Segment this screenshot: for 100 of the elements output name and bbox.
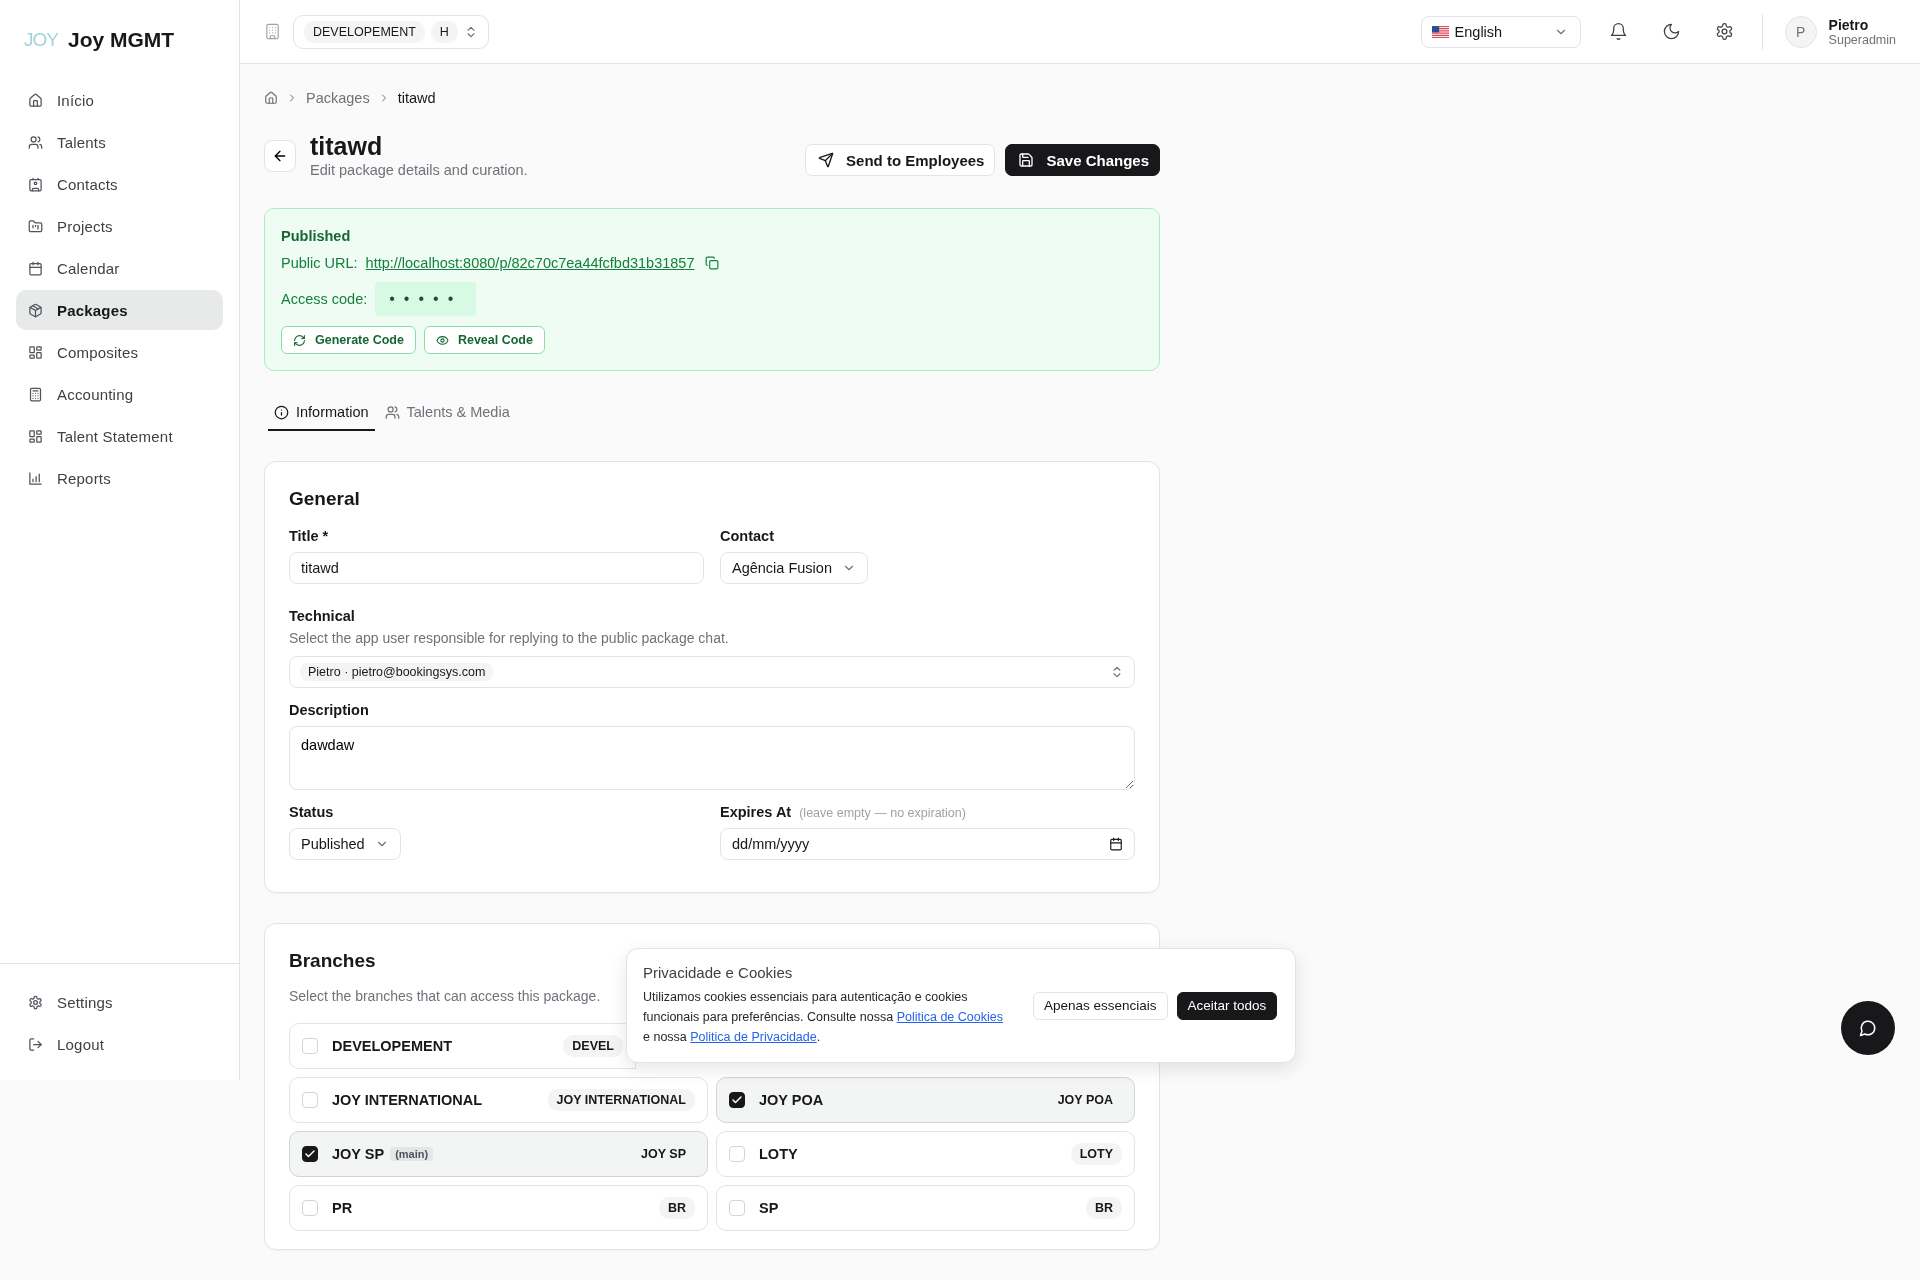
calculator-icon: [28, 386, 43, 402]
cookie-title: Privacidade e Cookies: [643, 964, 794, 981]
nav-item[interactable]: Accounting: [16, 374, 223, 414]
home-icon: [264, 91, 278, 105]
branch-tag: JOY POA: [1048, 1089, 1122, 1111]
field-label: Technical: [289, 608, 356, 624]
branch-tag: JOY SP: [632, 1143, 695, 1165]
branch-option[interactable]: DEVELOPEMENT DEVEL: [289, 1023, 636, 1069]
send-icon: [818, 152, 835, 168]
grid-icon: [28, 344, 43, 360]
branch-name: JOY SP: [332, 1146, 385, 1162]
moon-icon: [1661, 22, 1681, 41]
branch-tag: LOTY: [1070, 1143, 1122, 1165]
save-icon: [1018, 152, 1035, 168]
arrow-left-icon: [272, 148, 288, 164]
calendar-icon: [1109, 837, 1123, 851]
branch-chip: DEVELOPEMENT: [304, 20, 425, 43]
logo-mark: JOY: [24, 29, 58, 51]
nav-item[interactable]: Calendar: [16, 248, 223, 288]
privacy-policy-link[interactable]: Politica de Privacidade: [690, 1030, 817, 1044]
nav-item[interactable]: Projects: [16, 206, 223, 246]
branch-name: DEVELOPEMENT: [332, 1038, 453, 1054]
flag-icon: [1431, 25, 1449, 38]
accept-all-button[interactable]: Aceitar todos: [1176, 991, 1278, 1020]
field-label: Description: [289, 702, 370, 718]
contact-select[interactable]: Agência Fusion: [720, 552, 868, 584]
main-tag: (main): [390, 1147, 434, 1161]
save-button[interactable]: Save Changes: [1005, 144, 1160, 176]
branch-option[interactable]: PR BR: [289, 1185, 708, 1231]
info-icon: [274, 404, 289, 420]
bell-icon: [1608, 22, 1628, 41]
branch-tag: BR: [658, 1197, 695, 1219]
breadcrumb-link[interactable]: Packages: [306, 90, 370, 106]
field-label: Title *: [289, 528, 330, 544]
nav-item[interactable]: Composites: [16, 332, 223, 372]
reveal-code-button[interactable]: Reveal Code: [423, 326, 545, 354]
nav-item[interactable]: Settings: [16, 982, 223, 1022]
branch-tag: DEVEL: [563, 1035, 623, 1057]
technical-select[interactable]: Pietro · pietro@bookingsys.com: [289, 656, 1135, 688]
nav-item[interactable]: Talents: [16, 122, 223, 162]
calendar-icon: [28, 260, 43, 276]
settings-icon: [28, 994, 43, 1010]
field-label: Status: [289, 804, 335, 820]
copy-icon: [704, 256, 719, 270]
app-name: Joy MGMT: [67, 28, 175, 52]
generate-code-button[interactable]: Generate Code: [281, 326, 416, 354]
public-url-link[interactable]: http://localhost:8080/p/82c70c7ea44fcfbd31b31857: [365, 255, 695, 271]
branch-name: LOTY: [759, 1146, 798, 1162]
branch-name: PR: [332, 1200, 353, 1216]
send-button[interactable]: Send to Employees: [805, 144, 996, 176]
chat-button[interactable]: [1841, 1001, 1895, 1055]
section-heading: General: [289, 488, 361, 510]
branch-name: JOY POA: [759, 1092, 824, 1108]
nav-item[interactable]: Início: [16, 80, 223, 120]
branch-option[interactable]: SP BR: [716, 1185, 1135, 1231]
breadcrumb-current: titawd: [397, 90, 436, 106]
checkbox[interactable]: [729, 1092, 745, 1108]
user-chip: Pietro · pietro@bookingsys.com: [300, 663, 494, 681]
tab[interactable]: Talents & Media: [378, 396, 516, 431]
nav-item[interactable]: Reports: [16, 458, 223, 498]
chat-bubble-icon: [1859, 1019, 1877, 1037]
branch-name: JOY INTERNATIONAL: [332, 1092, 483, 1108]
essential-only-button[interactable]: Apenas essenciais: [1033, 991, 1168, 1020]
branch-chip: H: [430, 20, 458, 43]
page-title: titawd: [310, 131, 384, 162]
checkbox[interactable]: [302, 1146, 318, 1162]
status-select[interactable]: Published: [289, 828, 401, 860]
branch-tag: BR: [1085, 1197, 1122, 1219]
date-field[interactable]: dd/mm/yyyy: [720, 828, 1135, 860]
branch-tag: JOY INTERNATIONAL: [547, 1089, 695, 1111]
nav-item[interactable]: Talent Statement: [16, 416, 223, 456]
section-hint: Select the branches that can access this package.: [289, 988, 601, 1004]
back-button[interactable]: [264, 140, 296, 172]
branch-option[interactable]: JOY SP (main) JOY SP: [289, 1131, 708, 1177]
cookie-policy-link[interactable]: Politica de Cookies: [896, 1010, 1003, 1024]
branch-option[interactable]: JOY POA JOY POA: [716, 1077, 1135, 1123]
nav-item[interactable]: Packages: [16, 290, 223, 330]
branch-select[interactable]: DEVELOPEMENT H: [293, 14, 489, 49]
nav-item[interactable]: Logout: [16, 1024, 223, 1064]
field-label: Contact: [720, 528, 775, 544]
bar-chart-icon: [28, 470, 43, 486]
branch-option[interactable]: JOY INTERNATIONAL JOY INTERNATIONAL: [289, 1077, 708, 1123]
settings-icon: [1714, 22, 1734, 41]
branch-option[interactable]: LOTY LOTY: [716, 1131, 1135, 1177]
grid-icon: [28, 428, 43, 444]
tab[interactable]: Information: [268, 396, 375, 431]
check-icon: [304, 1148, 316, 1160]
page-subtitle: Edit package details and curation.: [310, 162, 528, 178]
refresh-icon: [293, 333, 306, 347]
field-hint: Select the app user responsible for replying to the public package chat.: [289, 630, 729, 646]
eye-icon: [435, 333, 449, 347]
folder-icon: [28, 218, 43, 234]
description-field[interactable]: dawdaw: [289, 726, 1135, 790]
language-select[interactable]: English: [1420, 15, 1581, 48]
title-field[interactable]: titawd: [289, 552, 704, 584]
building-icon: [264, 23, 281, 40]
field-label: Expires At: [720, 804, 792, 820]
nav-item[interactable]: Contacts: [16, 164, 223, 204]
field-note: (leave empty — no expiration): [799, 806, 966, 820]
avatar[interactable]: P: [1784, 15, 1817, 48]
